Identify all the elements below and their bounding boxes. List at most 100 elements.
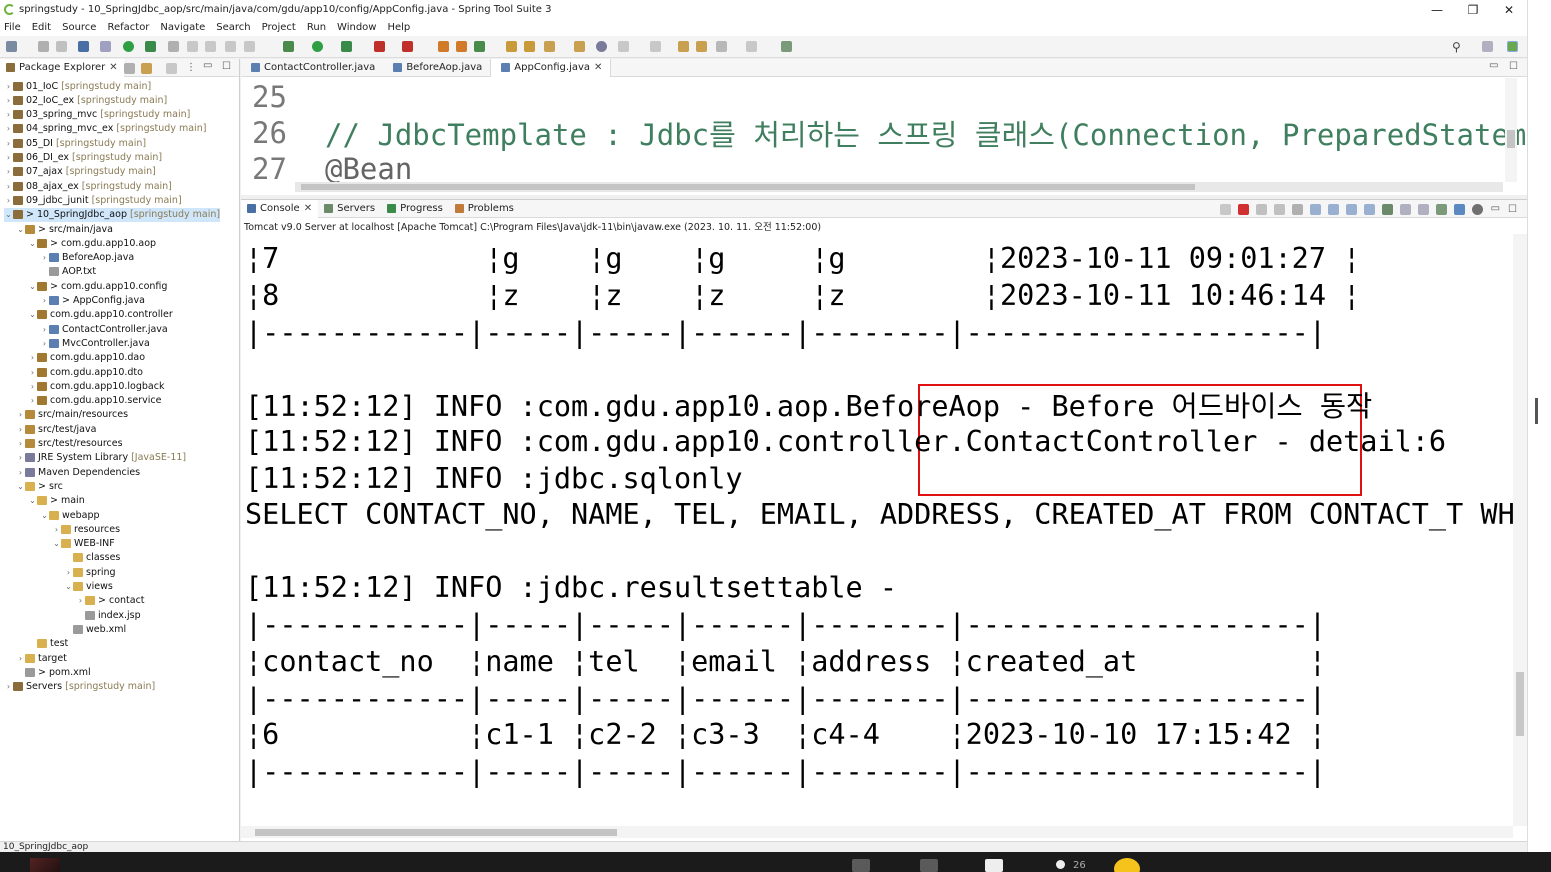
menu-window[interactable]: Window [337,22,376,33]
tree-item[interactable]: ⌄ webapp [40,508,99,522]
tab-package-explorer[interactable]: Package Explorer ✕ [0,58,124,77]
tool-icon[interactable] [205,41,216,52]
tool-icon[interactable] [244,41,255,52]
publish-icon[interactable] [168,41,179,52]
display-console-icon[interactable] [1399,204,1411,215]
chevron-right-icon[interactable]: › [4,196,13,205]
chevron-right-icon[interactable]: › [28,353,37,362]
participants-icon[interactable] [1056,860,1065,869]
refresh-icon[interactable] [145,41,156,52]
terminal-icon[interactable] [78,41,89,52]
tool-icon[interactable] [225,41,236,52]
console-vertical-scrollbar[interactable] [1513,234,1527,826]
remove-launch-icon[interactable] [1255,204,1267,215]
tree-item[interactable]: › 07_ajax [springstudy main] [4,165,156,179]
chevron-right-icon[interactable]: › [40,253,49,262]
tree-item[interactable]: ⌄ com.gdu.app10.controller [28,308,173,322]
tree-item[interactable]: › 03_spring_mvc [springstudy main] [4,108,190,122]
maximize-button[interactable]: ❐ [1455,0,1491,19]
tree-item[interactable]: > pom.xml [16,665,91,679]
tab-servers[interactable]: Servers [318,200,381,218]
word-wrap-icon[interactable] [1327,204,1339,215]
chevron-down-icon[interactable]: ⌄ [16,482,25,491]
tree-item[interactable]: ⌄ > com.gdu.app10.aop [28,236,156,250]
tree-item[interactable]: › target [16,651,67,665]
tree-item[interactable]: AOP.txt [40,265,96,279]
tree-item[interactable]: › resources [52,522,120,536]
tab-progress[interactable]: Progress [381,200,449,218]
tree-item[interactable]: ⌄ views [64,580,113,594]
tree-item[interactable]: › 04_spring_mvc_ex [springstudy main] [4,122,207,136]
tree-item[interactable]: ⌄ > 10_SpringJdbc_aop [springstudy main] [4,207,221,222]
chevron-right-icon[interactable]: › [28,382,37,391]
minimize-view-icon[interactable]: ▭ [1491,204,1500,215]
filter-icon[interactable] [166,63,177,74]
chevron-right-icon[interactable]: › [4,96,13,105]
tree-item[interactable]: › com.gdu.app10.dto [28,365,143,379]
tree-item[interactable]: ⌄ > src/main/java [16,222,113,236]
close-icon[interactable]: ✕ [594,62,602,73]
close-icon[interactable]: ✕ [109,62,117,73]
tree-item[interactable]: › Servers [springstudy main] [4,680,155,694]
chat-icon[interactable] [985,859,1003,872]
tree-item[interactable]: › src/test/resources [16,437,123,451]
save-all-icon[interactable] [56,41,67,52]
tree-item[interactable]: › 01_IoC [springstudy main] [4,79,151,93]
scrollbar-thumb[interactable] [1516,672,1524,736]
menu-edit[interactable]: Edit [32,22,51,33]
minimize-button[interactable]: — [1419,0,1455,19]
chevron-down-icon[interactable]: ⌄ [16,225,25,234]
chevron-right-icon[interactable]: › [64,568,73,577]
tree-item[interactable]: classes [64,551,120,565]
debug-icon[interactable] [283,41,294,52]
tree-item[interactable]: › com.gdu.app10.logback [28,379,165,393]
search-tool-icon[interactable] [544,41,555,52]
tree-item[interactable]: test [28,637,68,651]
show-on-error-icon[interactable] [1363,204,1375,215]
tree-item[interactable]: › > contact [76,594,145,608]
chevron-right-icon[interactable]: › [16,439,25,448]
spring-perspective-icon[interactable] [1507,41,1518,52]
menu-refactor[interactable]: Refactor [107,22,149,33]
menu-navigate[interactable]: Navigate [160,22,205,33]
tree-item[interactable]: › 08_ajax_ex [springstudy main] [4,179,172,193]
drag-handle-icon[interactable] [1535,398,1538,424]
menu-project[interactable]: Project [262,22,296,33]
minimize-view-icon[interactable]: ▭ [1489,60,1498,71]
share-icon[interactable] [920,859,938,872]
tree-item[interactable]: ⌄ > com.gdu.app10.config [28,279,167,293]
code-line[interactable]: 26 // JdbcTemplate : Jdbc를 처리하는 스프링 클래스(… [241,114,1526,152]
tree-item[interactable]: › BeforeAop.java [40,251,134,265]
menu-search[interactable]: Search [216,22,250,33]
remove-all-icon[interactable] [1273,204,1285,215]
chevron-right-icon[interactable]: › [4,110,13,119]
menu-file[interactable]: File [4,22,21,33]
scroll-lock-icon[interactable] [1309,204,1321,215]
chevron-right-icon[interactable]: › [4,682,13,691]
tree-item[interactable]: web.xml [64,622,126,636]
terminate-icon[interactable] [1237,204,1249,215]
chevron-right-icon[interactable]: › [16,654,25,663]
menu-source[interactable]: Source [62,22,96,33]
external-tools-icon[interactable] [402,41,413,52]
close-icon[interactable]: ✕ [304,203,312,214]
chevron-down-icon[interactable]: ⌄ [52,539,61,548]
collapse-all-icon[interactable] [124,63,135,74]
chevron-right-icon[interactable]: › [4,167,13,176]
chevron-right-icon[interactable]: › [16,425,25,434]
chevron-right-icon[interactable]: › [16,468,25,477]
run-icon[interactable] [312,41,323,52]
new-class-icon[interactable] [438,41,449,52]
link-icon[interactable] [1453,204,1465,215]
chevron-right-icon[interactable]: › [4,182,13,191]
chevron-right-icon[interactable]: › [28,368,37,377]
taskbar-app-icon[interactable] [30,858,60,872]
chevron-down-icon[interactable]: ⌄ [28,310,37,319]
new-server-icon[interactable] [474,41,485,52]
chevron-right-icon[interactable]: › [4,139,13,148]
tree-item[interactable]: › src/test/java [16,422,97,436]
chevron-right-icon[interactable]: › [76,596,85,605]
tool-icon[interactable] [650,41,661,52]
menu-help[interactable]: Help [387,22,410,33]
scrollbar-thumb[interactable] [301,184,1195,190]
